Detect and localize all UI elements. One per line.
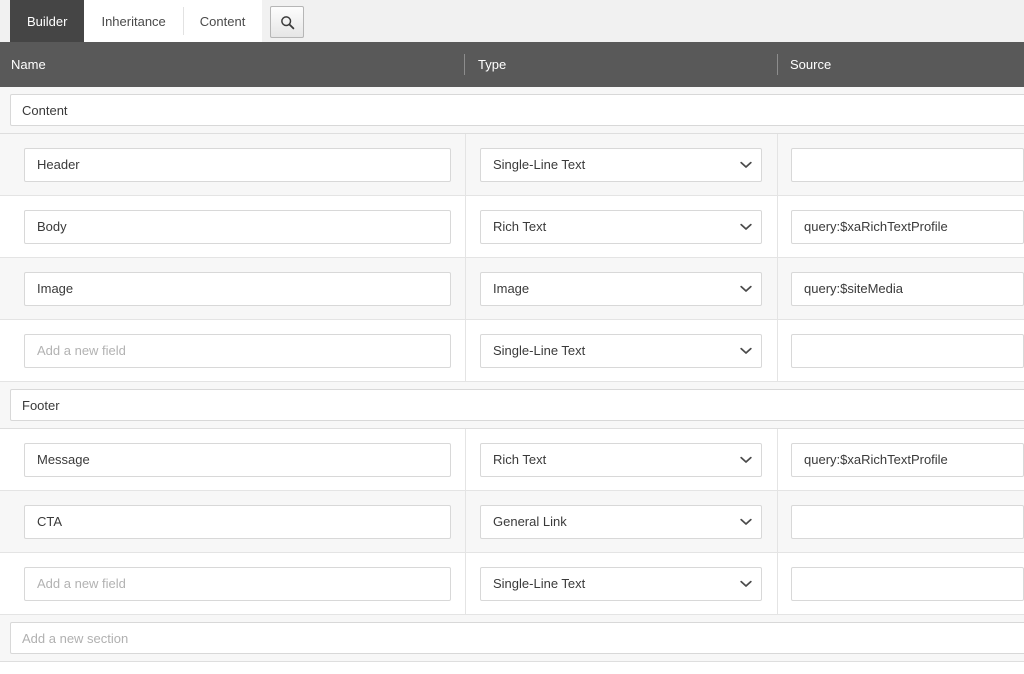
field-name-cell — [0, 134, 465, 196]
field-type-cell: Single-Line TextRich TextImageGeneral Li… — [465, 320, 777, 382]
column-header-name-label: Name — [11, 57, 46, 72]
section-name-input-content[interactable] — [10, 94, 1024, 126]
field-name-input[interactable] — [24, 148, 451, 182]
search-button[interactable] — [270, 6, 304, 38]
field-row: Single-Line TextRich TextImageGeneral Li… — [0, 491, 1024, 553]
field-source-input[interactable] — [791, 148, 1024, 182]
column-header-type-label: Type — [478, 57, 506, 72]
column-header-name: Name — [0, 42, 464, 87]
column-header-source: Source — [777, 42, 1024, 87]
field-type-select[interactable]: Single-Line TextRich TextImageGeneral Li… — [480, 272, 762, 306]
tab-inheritance[interactable]: Inheritance — [84, 0, 182, 42]
new-section-name-input[interactable] — [10, 622, 1024, 654]
field-source-cell — [777, 320, 1024, 382]
search-icon — [280, 15, 295, 30]
field-name-cell — [0, 196, 465, 258]
section-name-input-footer[interactable] — [10, 389, 1024, 421]
field-name-input[interactable] — [24, 210, 451, 244]
new-field-row: Single-Line TextRich TextImageGeneral Li… — [0, 553, 1024, 615]
field-source-cell — [777, 258, 1024, 320]
field-name-cell — [0, 429, 465, 491]
field-source-input[interactable] — [791, 567, 1024, 601]
field-type-select[interactable]: Single-Line TextRich TextImageGeneral Li… — [480, 334, 762, 368]
field-name-cell — [0, 258, 465, 320]
field-source-input[interactable] — [791, 443, 1024, 477]
column-header-type: Type — [464, 42, 777, 87]
field-name-cell — [0, 491, 465, 553]
tab-content-label: Content — [200, 14, 246, 29]
field-source-input[interactable] — [791, 334, 1024, 368]
field-type-cell: Single-Line TextRich TextImageGeneral Li… — [465, 429, 777, 491]
section-header-content — [0, 87, 1024, 134]
new-field-name-input[interactable] — [24, 334, 451, 368]
field-source-cell — [777, 196, 1024, 258]
field-source-cell — [777, 429, 1024, 491]
field-row: Single-Line TextRich TextImageGeneral Li… — [0, 196, 1024, 258]
field-row: Single-Line TextRich TextImageGeneral Li… — [0, 258, 1024, 320]
field-type-select[interactable]: Single-Line TextRich TextImageGeneral Li… — [480, 210, 762, 244]
field-row: Single-Line TextRich TextImageGeneral Li… — [0, 429, 1024, 491]
field-source-cell — [777, 553, 1024, 615]
template-builder-app: Builder Inheritance Content Name Type So… — [0, 0, 1024, 674]
field-source-cell — [777, 134, 1024, 196]
tab-builder-label: Builder — [27, 14, 67, 29]
field-source-input[interactable] — [791, 210, 1024, 244]
field-type-cell: Single-Line TextRich TextImageGeneral Li… — [465, 134, 777, 196]
field-type-select[interactable]: Single-Line TextRich TextImageGeneral Li… — [480, 148, 762, 182]
field-source-input[interactable] — [791, 505, 1024, 539]
section-header-footer — [0, 382, 1024, 429]
field-source-input[interactable] — [791, 272, 1024, 306]
tab-bar: Builder Inheritance Content — [0, 0, 1024, 42]
field-type-cell: Single-Line TextRich TextImageGeneral Li… — [465, 491, 777, 553]
field-name-input[interactable] — [24, 272, 451, 306]
column-header-source-label: Source — [790, 57, 831, 72]
column-header-row: Name Type Source — [0, 42, 1024, 87]
tab-inheritance-label: Inheritance — [101, 14, 165, 29]
new-field-row: Single-Line TextRich TextImageGeneral Li… — [0, 320, 1024, 382]
field-name-cell — [0, 553, 465, 615]
new-field-name-input[interactable] — [24, 567, 451, 601]
field-type-cell: Single-Line TextRich TextImageGeneral Li… — [465, 553, 777, 615]
new-section-row — [0, 615, 1024, 662]
field-type-cell: Single-Line TextRich TextImageGeneral Li… — [465, 196, 777, 258]
field-name-input[interactable] — [24, 443, 451, 477]
field-type-select[interactable]: Single-Line TextRich TextImageGeneral Li… — [480, 505, 762, 539]
field-type-cell: Single-Line TextRich TextImageGeneral Li… — [465, 258, 777, 320]
field-source-cell — [777, 491, 1024, 553]
builder-sheet: Single-Line TextRich TextImageGeneral Li… — [0, 87, 1024, 674]
field-type-select[interactable]: Single-Line TextRich TextImageGeneral Li… — [480, 443, 762, 477]
tab-builder[interactable]: Builder — [10, 0, 84, 42]
field-type-select[interactable]: Single-Line TextRich TextImageGeneral Li… — [480, 567, 762, 601]
field-row: Single-Line TextRich TextImageGeneral Li… — [0, 134, 1024, 196]
tab-content[interactable]: Content — [183, 0, 263, 42]
field-name-cell — [0, 320, 465, 382]
field-name-input[interactable] — [24, 505, 451, 539]
